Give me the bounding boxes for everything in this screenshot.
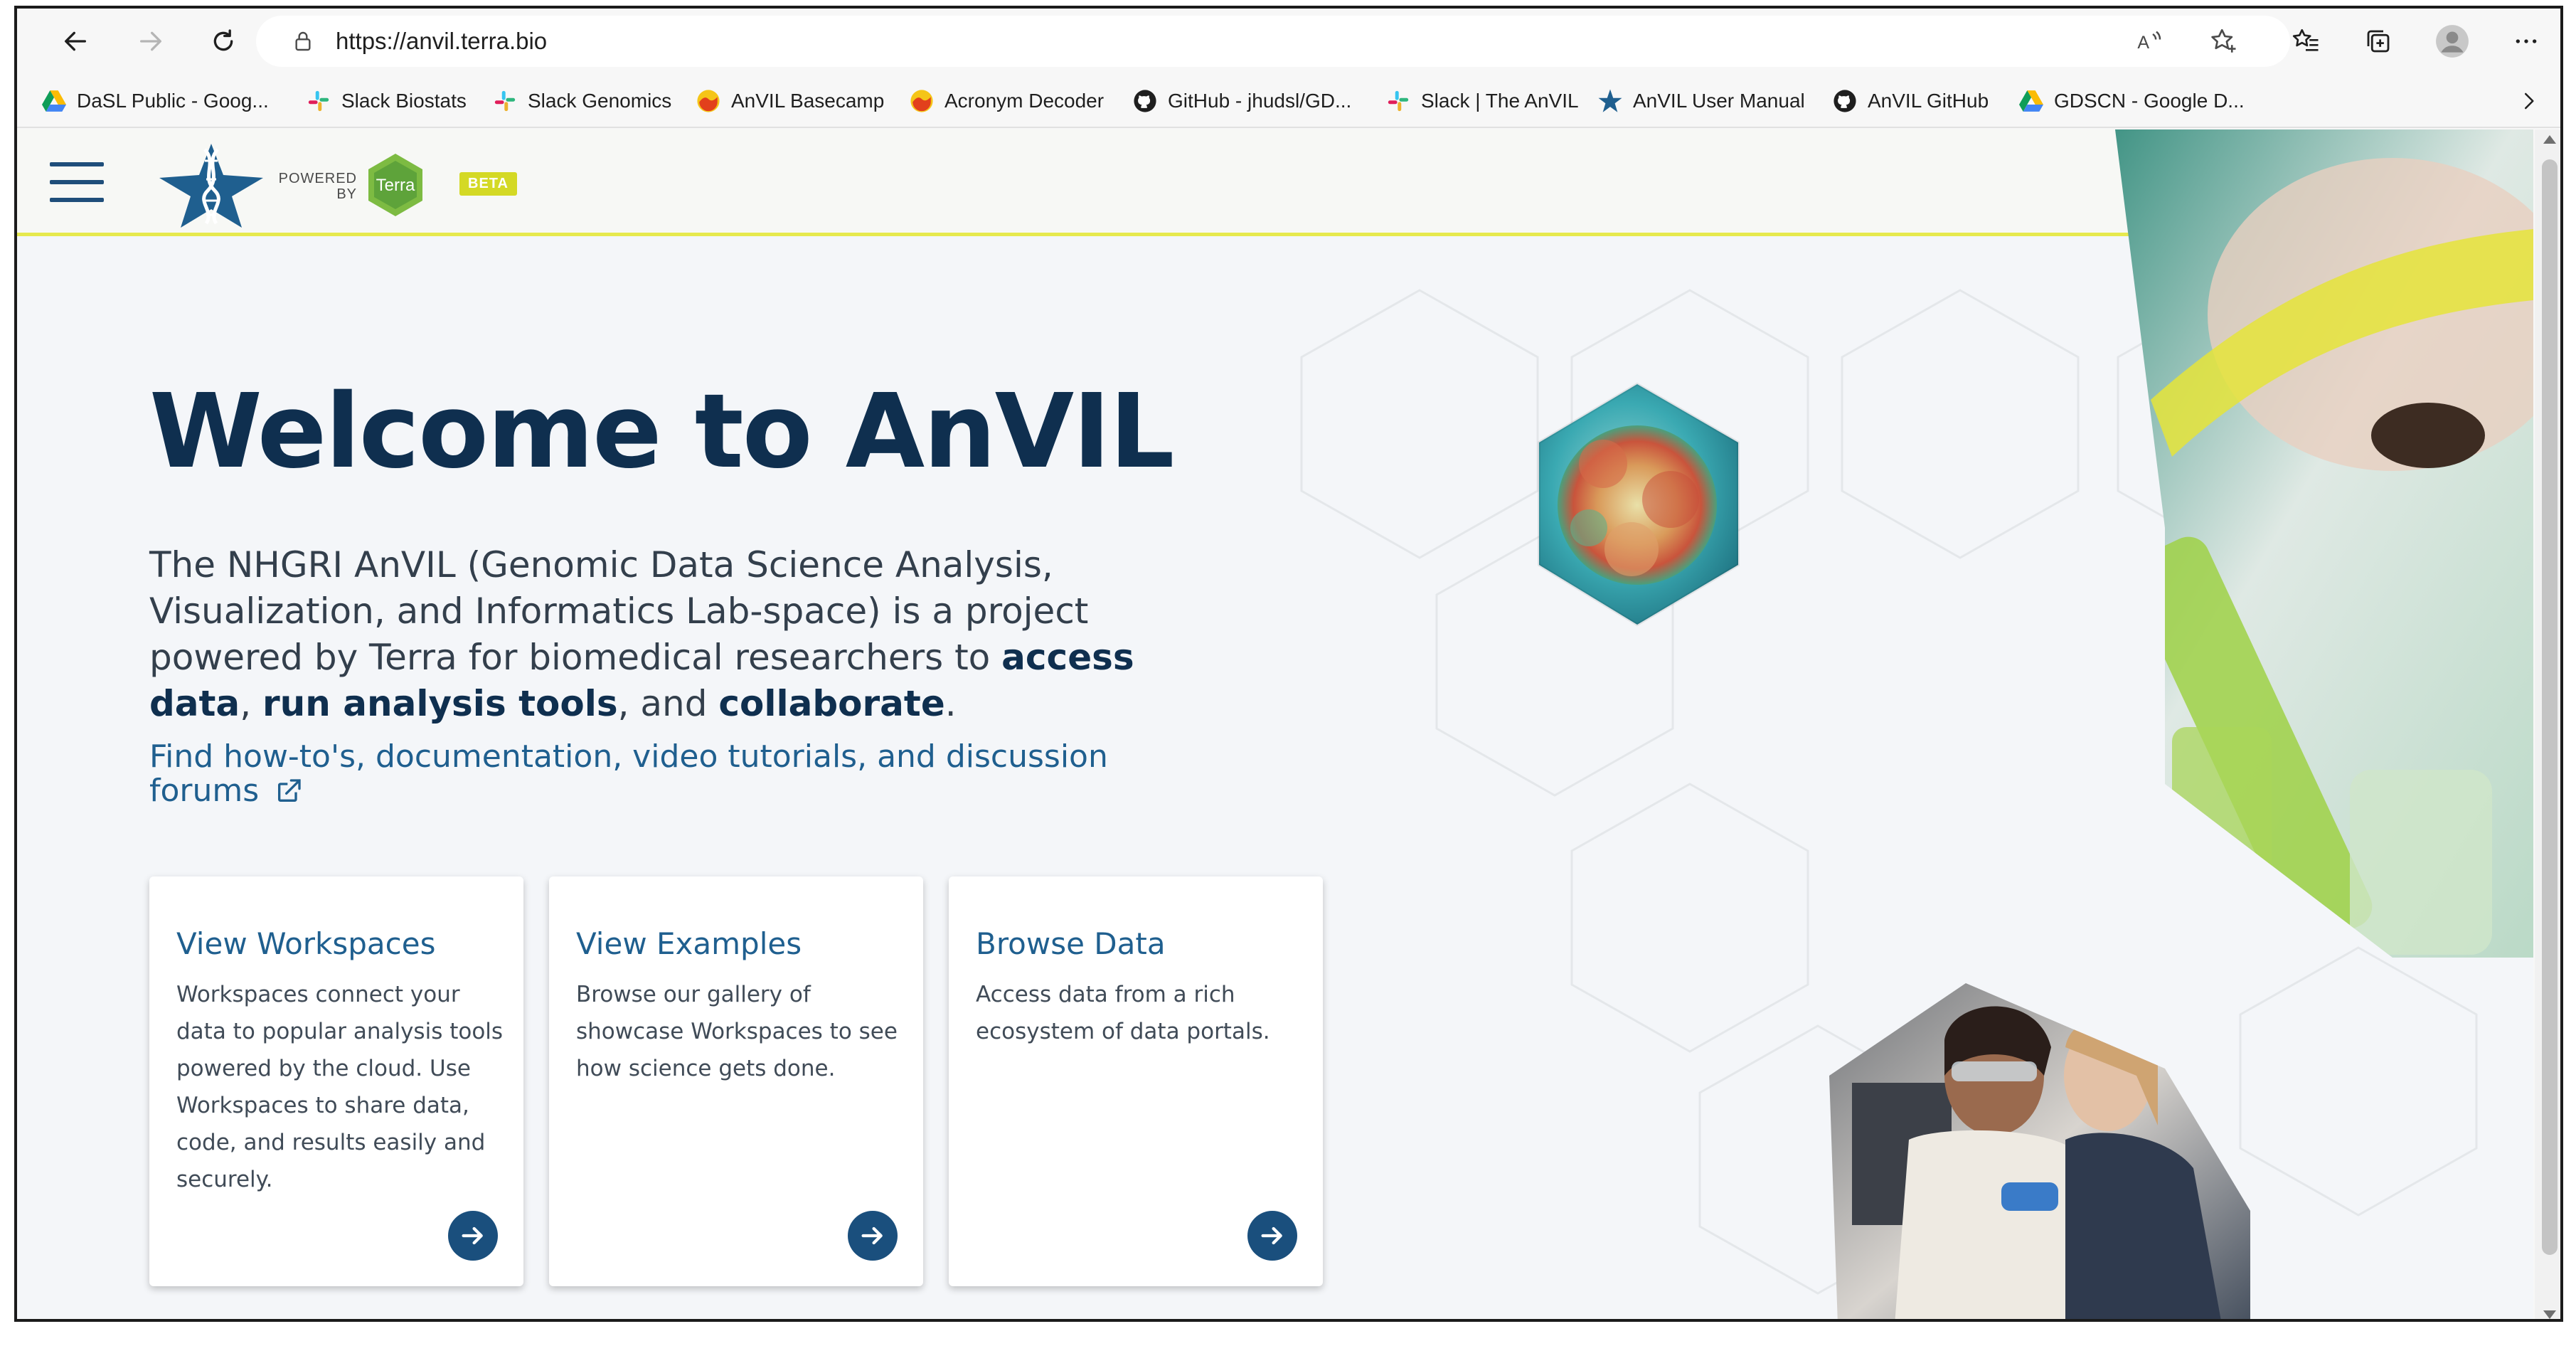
bookmark-label: GitHub - jhudsl/GD... <box>1168 90 1352 112</box>
highlight-run-analysis-tools: run analysis tools <box>262 683 618 724</box>
hero-artwork <box>1300 129 2533 1319</box>
bookmark-label: Slack Biostats <box>341 90 467 112</box>
external-link-icon <box>278 779 301 802</box>
address-bar[interactable]: https://anvil.terra.bio A <box>256 16 2290 67</box>
arrow-right-icon <box>462 1226 483 1245</box>
cell-image <box>1539 384 1738 625</box>
card-title[interactable]: Browse Data <box>976 926 1166 961</box>
highlight-collaborate: collaborate <box>718 683 945 724</box>
svg-text:A: A <box>2137 33 2149 53</box>
bookmark-item[interactable]: GDSCN - Google D... <box>2018 85 2245 117</box>
refresh-icon <box>213 29 233 51</box>
view-examples-button[interactable] <box>848 1211 898 1261</box>
view-workspaces-button[interactable] <box>448 1211 498 1261</box>
bookmark-item[interactable]: Acronym Decoder <box>909 85 1104 117</box>
beta-badge: BETA <box>459 172 517 196</box>
menu-button[interactable] <box>50 161 104 203</box>
card-browse-data[interactable]: Browse Data Access data from a rich ecos… <box>949 876 1323 1286</box>
bookmarks-bar: DaSL Public - Goog... Slack Biostats Sla… <box>17 74 2560 128</box>
bookmark-item[interactable]: Slack | The AnVIL <box>1385 85 1579 117</box>
more-dots-icon <box>2516 39 2537 43</box>
arrow-right-icon <box>861 1226 883 1245</box>
back-arrow-icon <box>65 31 87 51</box>
bookmark-label: GDSCN - Google D... <box>2054 90 2245 112</box>
basecamp-icon <box>909 88 935 114</box>
page-scrollbar[interactable] <box>2535 129 2560 1319</box>
forward-button[interactable] <box>127 17 175 65</box>
arrow-right-icon <box>1261 1226 1282 1245</box>
bookmark-item[interactable]: GitHub - jhudsl/GD... <box>1132 85 1351 117</box>
slack-icon <box>1385 88 1411 114</box>
card-description: Workspaces connect your data to popular … <box>176 982 504 1192</box>
anvil-star-icon <box>1597 88 1623 114</box>
lab-photo <box>2115 129 2533 958</box>
bookmark-label: Acronym Decoder <box>944 90 1105 112</box>
bookmark-label: AnVIL User Manual <box>1633 90 1805 112</box>
bookmark-item[interactable]: DaSL Public - Goog... <box>41 85 269 117</box>
bookmarks-overflow-button[interactable] <box>2518 85 2539 117</box>
browse-data-button[interactable] <box>1247 1211 1297 1261</box>
bookmark-item[interactable]: AnVIL User Manual <box>1597 85 1805 117</box>
chevron-right-icon <box>2525 92 2534 110</box>
hero-description: The NHGRI AnVIL (Genomic Data Science An… <box>149 544 1134 724</box>
github-icon <box>1132 88 1158 114</box>
favorites-icon <box>2292 28 2319 51</box>
hamburger-icon <box>50 162 104 166</box>
card-title[interactable]: View Examples <box>576 926 802 961</box>
basecamp-icon <box>696 88 721 114</box>
back-button[interactable] <box>51 17 100 65</box>
google-drive-icon <box>41 88 67 114</box>
anvil-logo[interactable] <box>158 139 265 234</box>
avatar <box>2436 25 2469 58</box>
profile-button[interactable] <box>2428 17 2476 65</box>
github-icon <box>1832 88 1858 114</box>
bookmark-item[interactable]: Slack Biostats <box>306 85 467 117</box>
browser-window: https://anvil.terra.bio A DaSL Public - … <box>14 6 2563 1322</box>
card-view-examples[interactable]: View Examples Browse our gallery of show… <box>549 876 923 1286</box>
bookmark-item[interactable]: AnVIL Basecamp <box>696 85 884 117</box>
scroll-down-icon[interactable] <box>2543 1310 2556 1319</box>
page-viewport: POWERED BY Terra BETA Welcome to AnVIL T… <box>17 129 2533 1319</box>
page-title: Welcome to AnVIL <box>149 371 1174 491</box>
bookmark-label: DaSL Public - Goog... <box>77 90 269 112</box>
add-favorite-icon[interactable] <box>2208 26 2239 57</box>
collections-button[interactable] <box>2354 17 2402 65</box>
scrollbar-thumb[interactable] <box>2542 159 2558 1255</box>
collections-icon <box>2367 30 2390 53</box>
slack-icon <box>492 88 518 114</box>
card-description: Browse our gallery of showcase Workspace… <box>576 982 898 1081</box>
scientists-photo <box>1829 983 2250 1319</box>
slack-icon <box>306 88 331 114</box>
card-view-workspaces[interactable]: View Workspaces Workspaces connect your … <box>149 876 523 1286</box>
forward-arrow-icon <box>140 31 161 51</box>
scroll-up-icon[interactable] <box>2543 135 2556 144</box>
documentation-link[interactable]: Find how-to's, documentation, video tuto… <box>149 740 1166 808</box>
google-drive-icon <box>2018 88 2044 114</box>
bookmark-item[interactable]: Slack Genomics <box>492 85 671 117</box>
refresh-button[interactable] <box>199 17 248 65</box>
url-text[interactable]: https://anvil.terra.bio <box>336 27 547 55</box>
lock-icon <box>292 28 314 58</box>
bookmark-label: AnVIL GitHub <box>1868 90 1989 112</box>
settings-more-button[interactable] <box>2502 17 2550 65</box>
terra-badge: Terra <box>361 151 430 223</box>
bookmark-label: AnVIL Basecamp <box>731 90 885 112</box>
card-title[interactable]: View Workspaces <box>176 926 435 961</box>
browser-toolbar: https://anvil.terra.bio A <box>17 9 2560 74</box>
bookmark-item[interactable]: AnVIL GitHub <box>1832 85 1989 117</box>
bookmark-label: Slack Genomics <box>528 90 672 112</box>
card-description: Access data from a rich ecosystem of dat… <box>976 982 1270 1044</box>
favorites-button[interactable] <box>2282 17 2330 65</box>
read-aloud-icon[interactable]: A <box>2134 26 2165 57</box>
powered-by-label: POWERED BY <box>278 171 357 202</box>
terra-label: Terra <box>376 176 415 195</box>
bookmark-label: Slack | The AnVIL <box>1421 90 1579 112</box>
